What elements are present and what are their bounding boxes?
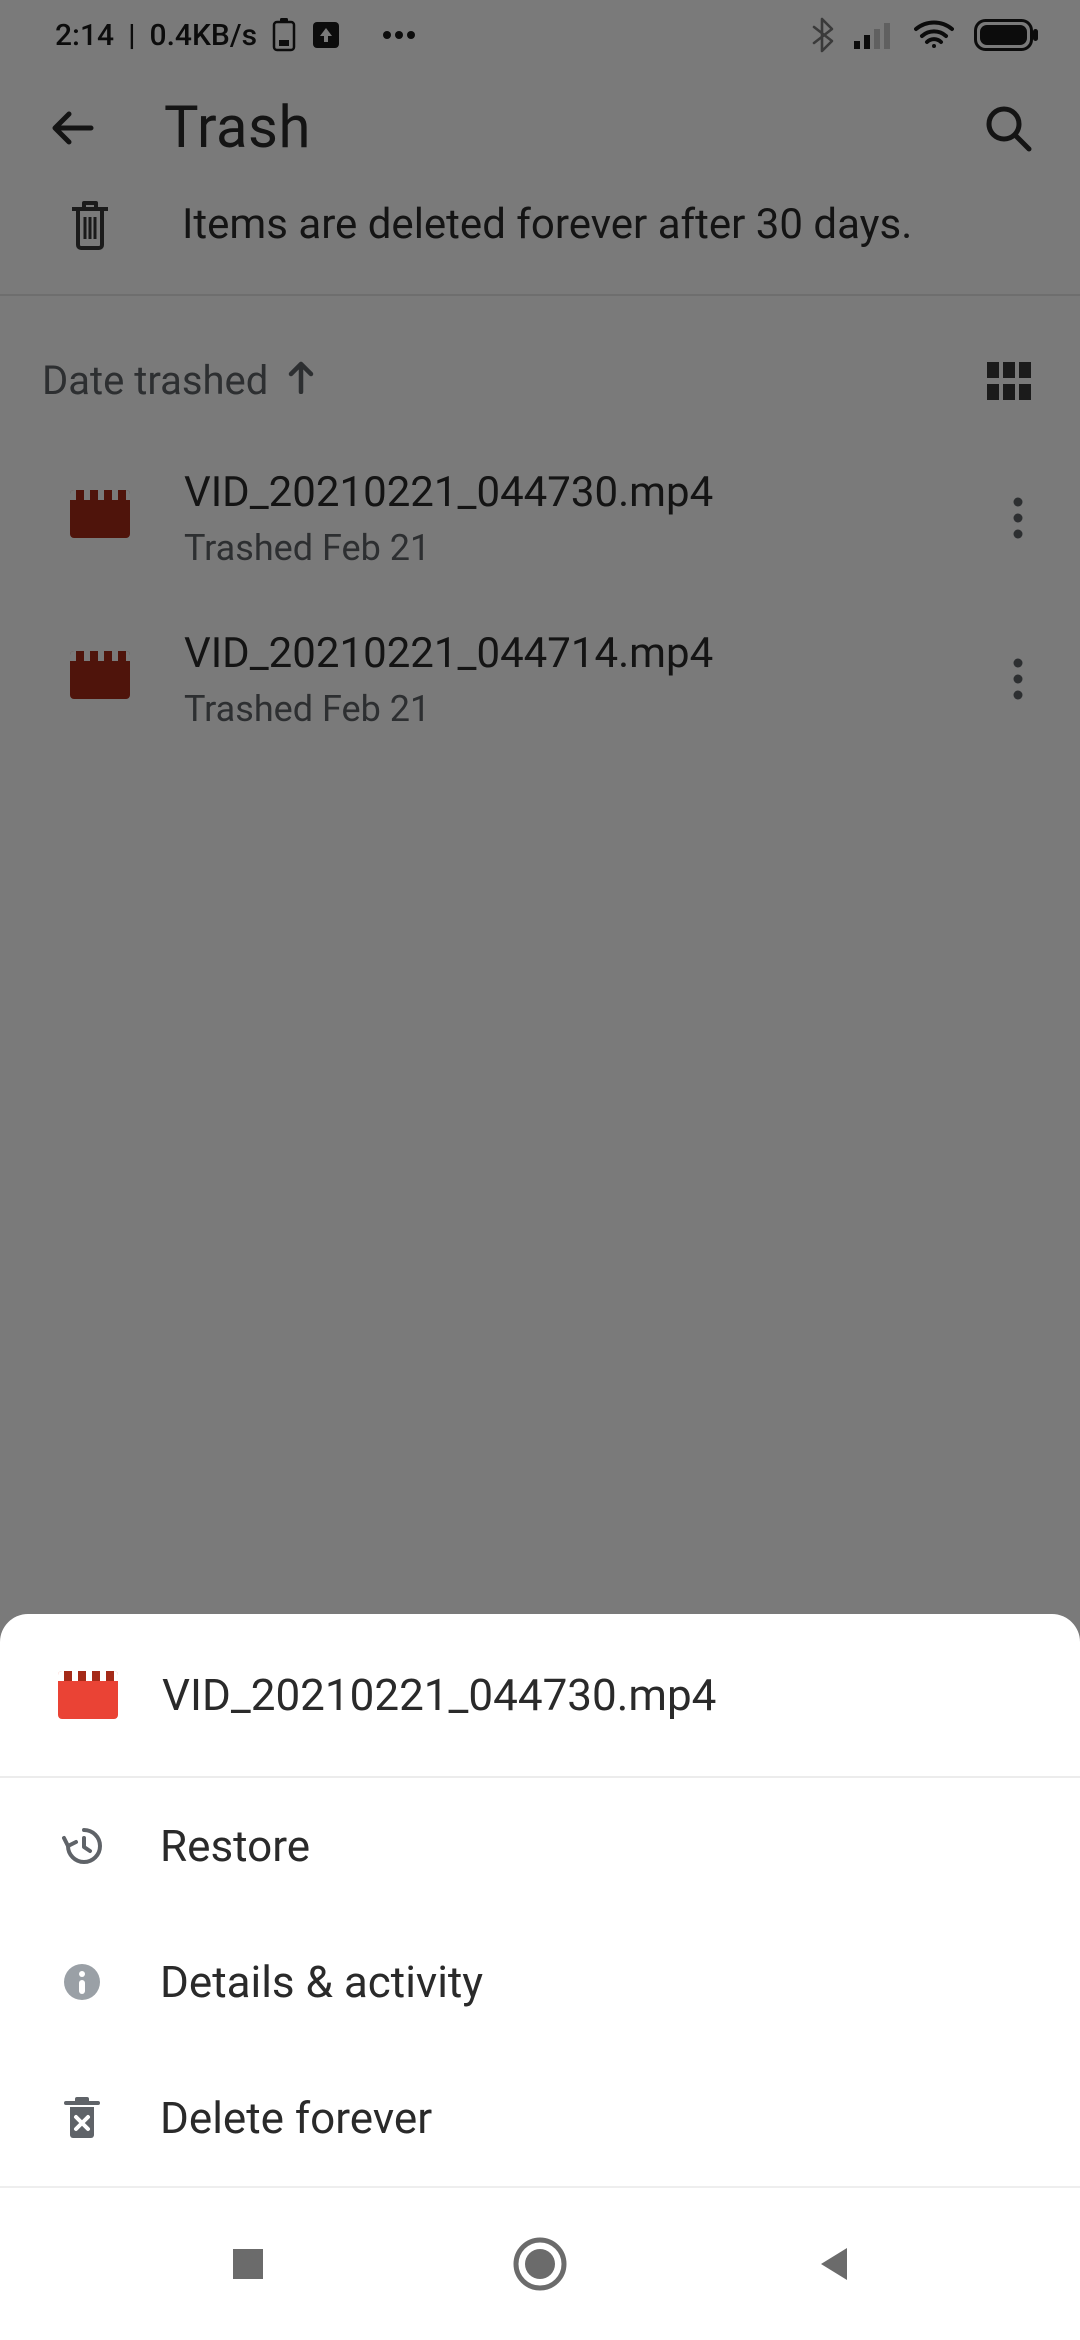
nav-recent-button[interactable] (203, 2219, 293, 2309)
delete-forever-action[interactable]: Delete forever (0, 2050, 1080, 2186)
info-icon (58, 1960, 106, 2004)
restore-icon (58, 1824, 106, 1868)
restore-action[interactable]: Restore (0, 1778, 1080, 1914)
sheet-title: VID_20210221_044730.mp4 (162, 1669, 716, 1721)
bottom-sheet: VID_20210221_044730.mp4 Restore Details … (0, 1614, 1080, 2186)
restore-label: Restore (160, 1820, 310, 1872)
sheet-header: VID_20210221_044730.mp4 (0, 1614, 1080, 1778)
details-action[interactable]: Details & activity (0, 1914, 1080, 2050)
video-file-icon (58, 1671, 118, 1719)
details-label: Details & activity (160, 1956, 483, 2008)
delete-forever-icon (58, 2095, 106, 2141)
system-nav-bar (0, 2186, 1080, 2340)
nav-back-button[interactable] (788, 2219, 878, 2309)
nav-home-button[interactable] (495, 2219, 585, 2309)
delete-forever-label: Delete forever (160, 2092, 432, 2144)
